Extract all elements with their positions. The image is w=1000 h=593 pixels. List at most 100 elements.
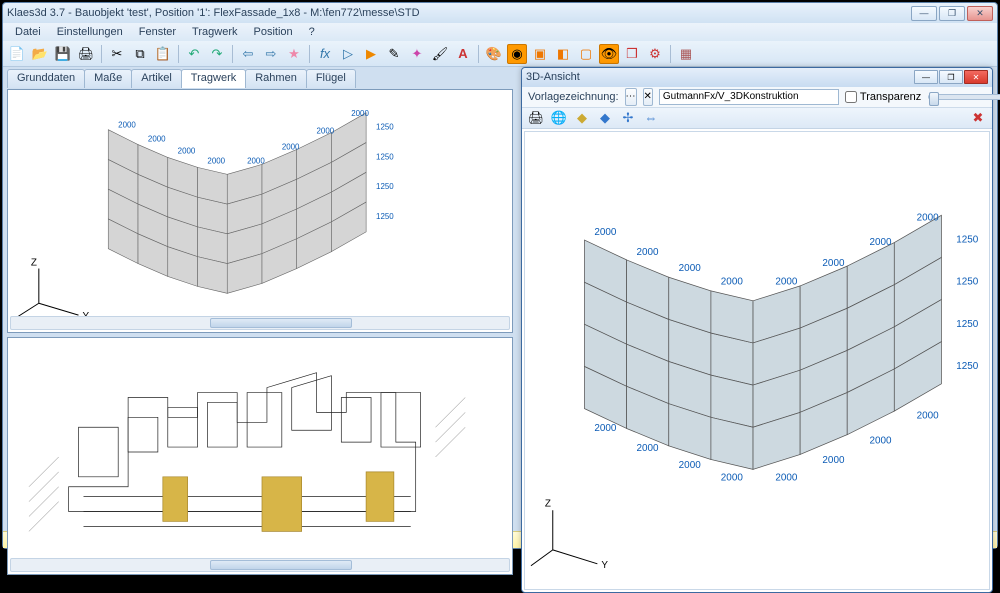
main-toolbar: 📄 📂 💾 🖨 ✂ ⧉ 📋 ↶ ↷ ⇦ ⇨ ★ fx ▷ ▶ ✎ ✦ 🖌 A 🎨… bbox=[3, 41, 997, 67]
template-browse-button[interactable]: ⋯ bbox=[625, 88, 637, 106]
star-icon[interactable]: ★ bbox=[284, 44, 304, 64]
svg-text:1250: 1250 bbox=[376, 123, 394, 132]
svg-text:2000: 2000 bbox=[594, 227, 617, 238]
menu-position[interactable]: Position bbox=[247, 24, 298, 40]
menu-fenster[interactable]: Fenster bbox=[133, 24, 182, 40]
copy-icon[interactable]: ⧉ bbox=[130, 44, 150, 64]
tab-rahmen[interactable]: Rahmen bbox=[245, 69, 307, 88]
radio-icon[interactable]: ◉ bbox=[507, 44, 527, 64]
tab-tragwerk[interactable]: Tragwerk bbox=[181, 69, 246, 88]
save-icon[interactable]: 💾 bbox=[53, 44, 73, 64]
scrollbar-horizontal-2[interactable] bbox=[10, 558, 510, 572]
svg-text:2000: 2000 bbox=[870, 435, 893, 446]
win3d-maximize-button[interactable]: ❐ bbox=[939, 70, 963, 84]
svg-text:Z: Z bbox=[545, 498, 551, 509]
globe-icon[interactable]: 🌐 bbox=[549, 108, 569, 128]
open-icon[interactable]: 📂 bbox=[30, 44, 50, 64]
document-tabs: Grunddaten Maße Artikel Tragwerk Rahmen … bbox=[7, 69, 355, 88]
close-button[interactable]: ✕ bbox=[967, 6, 993, 21]
svg-text:1250: 1250 bbox=[956, 319, 979, 330]
tab-artikel[interactable]: Artikel bbox=[131, 69, 182, 88]
menu-help[interactable]: ? bbox=[303, 24, 321, 40]
svg-text:2000: 2000 bbox=[207, 156, 225, 165]
toolbar-3d: 🖨 🌐 ◆ ◆ ✢ ⇔ ✖ bbox=[522, 108, 992, 129]
svg-text:2000: 2000 bbox=[247, 156, 265, 165]
scrollbar-horizontal[interactable] bbox=[10, 316, 510, 330]
menu-einstellungen[interactable]: Einstellungen bbox=[51, 24, 129, 40]
text-icon[interactable]: A bbox=[453, 44, 473, 64]
svg-text:2000: 2000 bbox=[317, 127, 335, 136]
svg-text:1250: 1250 bbox=[956, 361, 979, 372]
box-full-icon[interactable]: ▣ bbox=[530, 44, 550, 64]
svg-text:2000: 2000 bbox=[351, 109, 369, 118]
tab-grunddaten[interactable]: Grunddaten bbox=[7, 69, 85, 88]
pane-isometric[interactable]: 2000 2000 2000 2000 2000 2000 2000 2000 … bbox=[7, 89, 513, 333]
nav-left-icon[interactable]: ⇦ bbox=[238, 44, 258, 64]
wand-icon[interactable]: ✦ bbox=[407, 44, 427, 64]
win3d-title: 3D-Ansicht bbox=[526, 71, 914, 83]
svg-text:2000: 2000 bbox=[822, 455, 845, 466]
transparency-checkbox[interactable] bbox=[845, 91, 857, 103]
paste-icon[interactable]: 📋 bbox=[153, 44, 173, 64]
box-half-icon[interactable]: ◧ bbox=[553, 44, 573, 64]
eye-icon[interactable]: 👁 bbox=[599, 44, 619, 64]
undo-icon[interactable]: ↶ bbox=[184, 44, 204, 64]
menu-tragwerk[interactable]: Tragwerk bbox=[186, 24, 243, 40]
print-icon[interactable]: 🖨 bbox=[76, 44, 96, 64]
canvas-3d[interactable]: 2000 2000 2000 2000 2000 2000 2000 2000 … bbox=[524, 131, 990, 590]
template-field[interactable] bbox=[659, 89, 839, 105]
brick-icon[interactable]: ▦ bbox=[676, 44, 696, 64]
svg-text:2000: 2000 bbox=[917, 212, 940, 223]
win3d-minimize-button[interactable]: — bbox=[914, 70, 938, 84]
svg-text:1250: 1250 bbox=[956, 277, 979, 288]
pencil-icon[interactable]: ✎ bbox=[384, 44, 404, 64]
cut-icon[interactable]: ✂ bbox=[107, 44, 127, 64]
svg-text:2000: 2000 bbox=[822, 258, 845, 269]
arrows-icon[interactable]: ⇔ bbox=[641, 108, 661, 128]
transparency-slider[interactable] bbox=[928, 94, 1000, 100]
svg-text:2000: 2000 bbox=[282, 143, 300, 152]
new-icon[interactable]: 📄 bbox=[7, 44, 27, 64]
color-icon[interactable]: 🎨 bbox=[484, 44, 504, 64]
svg-text:1250: 1250 bbox=[956, 234, 979, 245]
fx-icon[interactable]: fx bbox=[315, 44, 335, 64]
close-panel-icon[interactable]: ✖ bbox=[968, 108, 988, 128]
box-empty-icon[interactable]: ▢ bbox=[576, 44, 596, 64]
svg-text:Y: Y bbox=[601, 560, 608, 571]
maximize-button[interactable]: ❐ bbox=[939, 6, 965, 21]
pane-section[interactable] bbox=[7, 337, 513, 575]
nav-right-icon[interactable]: ⇨ bbox=[261, 44, 281, 64]
tab-fluegel[interactable]: Flügel bbox=[306, 69, 356, 88]
template-label: Vorlagezeichnung: bbox=[528, 91, 619, 103]
brush-icon[interactable]: 🖌 bbox=[430, 44, 450, 64]
print3d-icon[interactable]: 🖨 bbox=[526, 108, 546, 128]
svg-text:2000: 2000 bbox=[775, 472, 798, 483]
cross-icon[interactable]: ✢ bbox=[618, 108, 638, 128]
workspace: Grunddaten Maße Artikel Tragwerk Rahmen … bbox=[3, 67, 997, 531]
redo-icon[interactable]: ↷ bbox=[207, 44, 227, 64]
menu-datei[interactable]: Datei bbox=[9, 24, 47, 40]
svg-text:2000: 2000 bbox=[637, 247, 660, 258]
win3d-close-button[interactable]: ✕ bbox=[964, 70, 988, 84]
window-3d-ansicht: 3D-Ansicht — ❐ ✕ Vorlagezeichnung: ⋯ ✕ T… bbox=[521, 67, 993, 593]
main-titlebar: Klaes3d 3.7 - Bauobjekt 'test', Position… bbox=[3, 3, 997, 23]
cube-b-icon[interactable]: ◆ bbox=[595, 108, 615, 128]
svg-text:2000: 2000 bbox=[679, 460, 702, 471]
tab-masse[interactable]: Maße bbox=[84, 69, 132, 88]
svg-text:2000: 2000 bbox=[870, 237, 893, 248]
stack-icon[interactable]: ❒ bbox=[622, 44, 642, 64]
svg-text:2000: 2000 bbox=[178, 146, 196, 155]
svg-text:2000: 2000 bbox=[148, 135, 166, 144]
template-clear-button[interactable]: ✕ bbox=[643, 88, 653, 106]
play2-icon[interactable]: ▶ bbox=[361, 44, 381, 64]
svg-text:Z: Z bbox=[31, 258, 37, 269]
svg-text:1250: 1250 bbox=[376, 182, 394, 191]
cube-y-icon[interactable]: ◆ bbox=[572, 108, 592, 128]
svg-text:2000: 2000 bbox=[775, 277, 798, 288]
minimize-button[interactable]: — bbox=[911, 6, 937, 21]
svg-text:2000: 2000 bbox=[917, 410, 940, 421]
svg-text:2000: 2000 bbox=[637, 443, 660, 454]
play-icon[interactable]: ▷ bbox=[338, 44, 358, 64]
gear-icon[interactable]: ⚙ bbox=[645, 44, 665, 64]
main-window-title: Klaes3d 3.7 - Bauobjekt 'test', Position… bbox=[7, 7, 911, 19]
